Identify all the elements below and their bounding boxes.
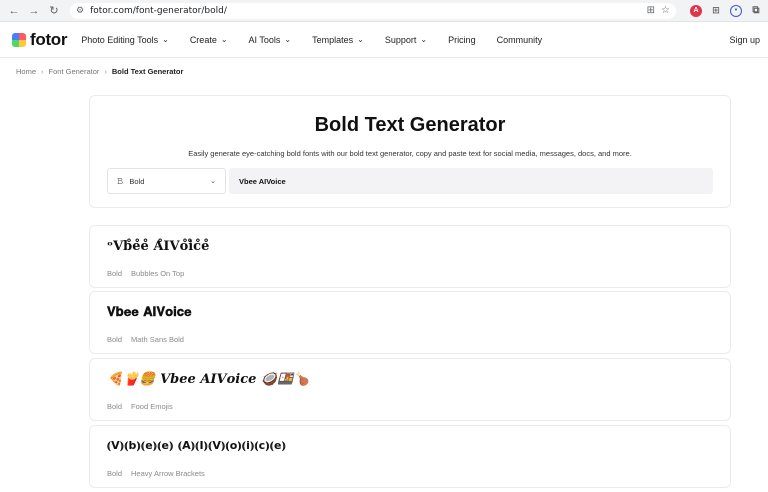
extension-abp-icon[interactable]: A: [690, 4, 702, 17]
bookmark-star-icon[interactable]: ☆: [661, 5, 670, 16]
fotor-logo-icon: [12, 32, 26, 47]
chevron-down-icon: ⌄: [220, 35, 228, 44]
nav-support[interactable]: Support ⌄: [385, 35, 427, 45]
nav-label: Create: [189, 34, 217, 45]
nav-photo-editing-tools[interactable]: Photo Editing Tools ⌄: [81, 35, 169, 45]
chevron-down-icon: ⌄: [284, 35, 292, 44]
result-style-name: Food Emojis: [131, 402, 173, 411]
breadcrumb-font-generator[interactable]: Font Generator: [49, 67, 100, 76]
result-card[interactable]: 𝐕𝐛𝐞𝐞 𝐀𝐈𝐕𝐨𝐢𝐜𝐞 Bold Math Sans Bold: [89, 291, 731, 354]
nav-templates[interactable]: Templates ⌄: [312, 35, 364, 45]
breadcrumb-current: Bold Text Generator: [111, 67, 184, 76]
result-meta: Bold Bubbles On Top: [107, 269, 713, 278]
site-settings-icon[interactable]: ⚙: [76, 5, 84, 16]
nav-ai-tools[interactable]: AI Tools ⌄: [249, 35, 292, 45]
page-subtitle: Easily generate eye-catching bold fonts …: [188, 149, 632, 158]
breadcrumb: Home › Font Generator › Bold Text Genera…: [0, 58, 768, 85]
result-card[interactable]: ᵒ𝐕𝐛̊𝐞̊𝐞̊ 𝐀̊𝐈𝐕𝐨̊𝐢̊𝐜̊𝐞̊ Bold Bubbles On To…: [89, 225, 731, 288]
translate-icon[interactable]: ⊞: [647, 5, 655, 16]
nav-community[interactable]: Community: [497, 35, 543, 45]
result-card[interactable]: ⦅V⦆⦅b⦆⦅e⦆⦅e⦆ ⦅A⦆⦅I⦆⦅V⦆⦅o⦆⦅i⦆⦅c⦆⦅e⦆ Bold …: [89, 425, 731, 488]
chevron-down-icon: ⌄: [420, 35, 428, 44]
nav-label: Community: [496, 34, 543, 45]
font-style-select[interactable]: 𝙱 Bold ⌄: [107, 168, 226, 194]
result-text[interactable]: 𝐕𝐛𝐞𝐞 𝐀𝐈𝐕𝐨𝐢𝐜𝐞: [107, 305, 713, 323]
font-style-value: Bold: [129, 176, 145, 186]
chevron-right-icon: ›: [41, 67, 44, 76]
result-category: Bold: [107, 269, 123, 278]
nav-label: Support: [384, 34, 417, 45]
result-text[interactable]: ᵒ𝐕𝐛̊𝐞̊𝐞̊ 𝐀̊𝐈𝐕𝐨̊𝐢̊𝐜̊𝐞̊: [107, 239, 713, 257]
result-category: Bold: [107, 402, 123, 411]
result-meta: Bold Heavy Arrow Brackets: [107, 469, 713, 478]
reload-icon[interactable]: ↻: [46, 3, 62, 19]
page-title: Bold Text Generator: [314, 114, 506, 136]
back-icon[interactable]: ←: [6, 3, 22, 19]
generator-controls: 𝙱 Bold ⌄: [107, 168, 730, 194]
chevron-down-icon: ⌄: [162, 35, 169, 44]
result-category: Bold: [107, 469, 123, 478]
nav-label: AI Tools: [248, 34, 281, 45]
fotor-logo[interactable]: fotor: [12, 29, 68, 50]
chevron-down-icon: ⌄: [210, 178, 216, 185]
forward-icon[interactable]: →: [26, 3, 42, 19]
nav-label: Pricing: [448, 34, 476, 45]
chevron-right-icon: ›: [104, 67, 107, 76]
nav-label: Templates: [312, 34, 354, 45]
text-input[interactable]: [229, 168, 713, 194]
result-meta: Bold Food Emojis: [107, 402, 713, 411]
extension-grid-icon[interactable]: ⊞: [710, 5, 722, 17]
result-style-name: Math Sans Bold: [131, 335, 184, 344]
result-style-name: Bubbles On Top: [131, 269, 185, 278]
bold-b-icon: 𝙱: [117, 175, 124, 186]
breadcrumb-home[interactable]: Home: [16, 67, 36, 76]
nav-pricing[interactable]: Pricing: [448, 35, 476, 45]
generator-card: Bold Text Generator Easily generate eye-…: [89, 95, 731, 208]
result-card[interactable]: 🍕🍟🍔 𝑽𝒃𝒆𝒆 𝑨𝑰𝑽𝒐𝒊𝒄𝒆 🥥🍱🍗 Bold Food Emojis: [89, 358, 731, 421]
nav-label: Photo Editing Tools: [81, 34, 159, 45]
result-meta: Bold Math Sans Bold: [107, 335, 713, 344]
nav-create[interactable]: Create ⌄: [190, 35, 228, 45]
logo-text: fotor: [30, 29, 68, 49]
extension-circle-icon[interactable]: •: [730, 4, 742, 17]
result-style-name: Heavy Arrow Brackets: [131, 469, 205, 478]
url-text[interactable]: fotor.com/font-generator/bold/: [90, 6, 641, 16]
browser-toolbar: ← → ↻ ⚙ fotor.com/font-generator/bold/ ⊞…: [0, 0, 768, 22]
extensions-puzzle-icon[interactable]: ⧉: [750, 5, 762, 17]
address-bar[interactable]: ⚙ fotor.com/font-generator/bold/ ⊞ ☆: [70, 2, 676, 19]
sign-up-link[interactable]: Sign up: [729, 35, 760, 45]
result-text[interactable]: ⦅V⦆⦅b⦆⦅e⦆⦅e⦆ ⦅A⦆⦅I⦆⦅V⦆⦅o⦆⦅i⦆⦅c⦆⦅e⦆: [107, 439, 713, 457]
result-text[interactable]: 🍕🍟🍔 𝑽𝒃𝒆𝒆 𝑨𝑰𝑽𝒐𝒊𝒄𝒆 🥥🍱🍗: [107, 372, 713, 390]
site-header: fotor Photo Editing Tools ⌄ Create ⌄ AI To…: [0, 22, 768, 58]
chevron-down-icon: ⌄: [357, 35, 364, 44]
result-category: Bold: [107, 335, 123, 344]
